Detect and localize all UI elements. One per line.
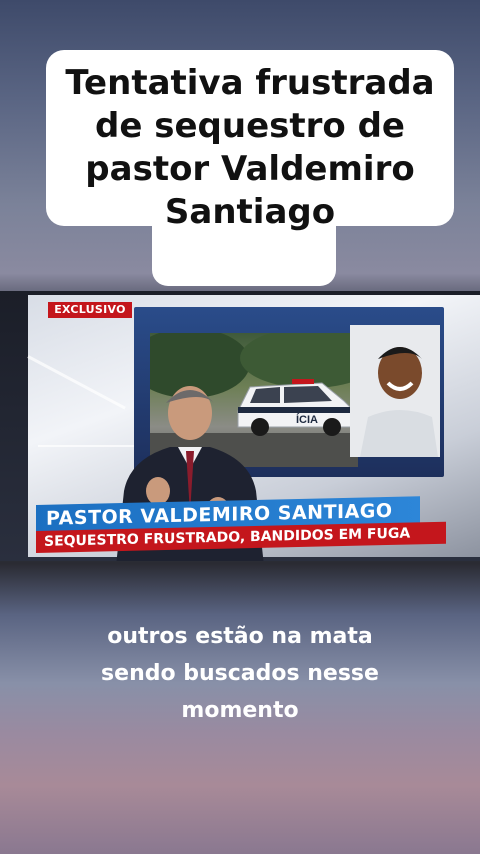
video-title: Tentativa frustrada de sequestro de past…	[46, 62, 454, 234]
video-caption: outros estão na mata sendo buscados ness…	[0, 618, 480, 729]
title-line: Tentativa frustrada	[65, 63, 435, 103]
caption-line: sendo buscados nesse	[101, 661, 379, 686]
caption-line: momento	[181, 698, 299, 723]
pastor-photo	[350, 325, 440, 457]
title-line: de sequestro de	[95, 106, 405, 146]
police-car-label: ÍCIA	[296, 413, 318, 426]
title-line: Santiago	[164, 192, 336, 232]
caption-line: outros estão na mata	[107, 624, 373, 649]
title-line: pastor Valdemiro	[85, 149, 415, 189]
exclusive-badge: EXCLUSIVO	[48, 302, 132, 318]
